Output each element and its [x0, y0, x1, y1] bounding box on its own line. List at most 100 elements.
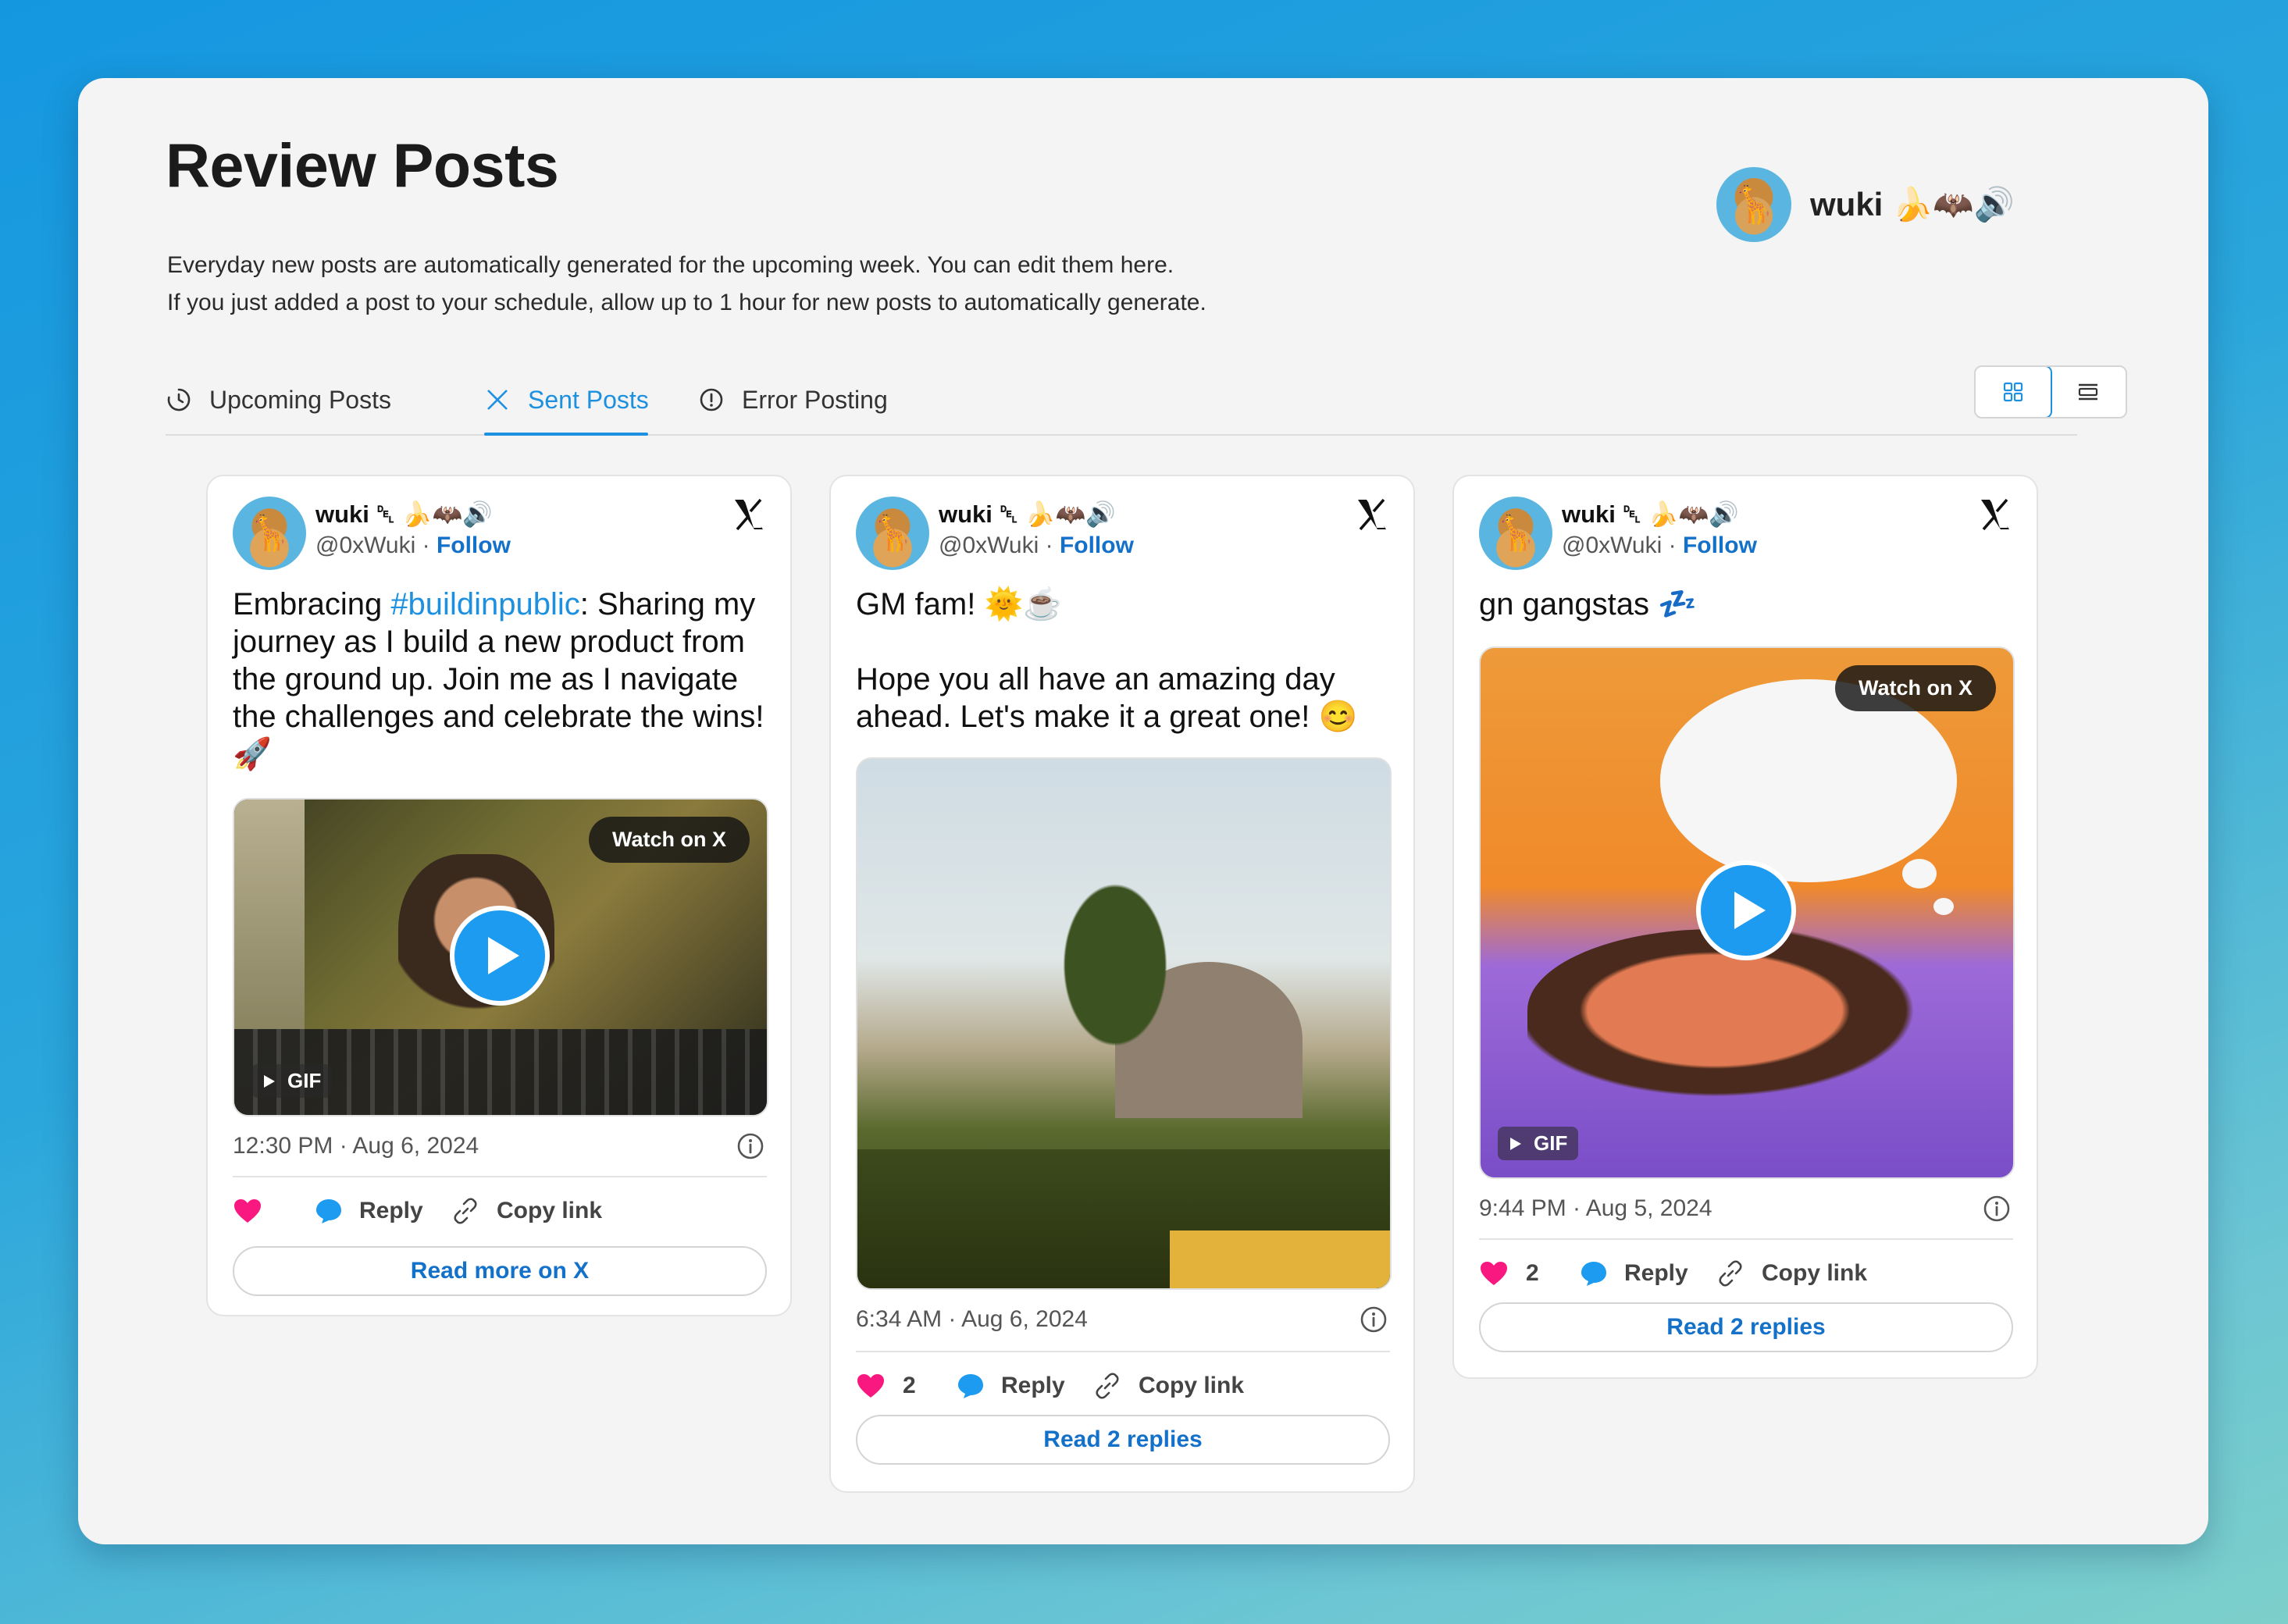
tab-label: Sent Posts: [528, 385, 649, 414]
read-replies-button[interactable]: Read 2 replies: [1479, 1302, 2013, 1352]
heart-icon: [1481, 1262, 1507, 1285]
follow-link[interactable]: Follow: [437, 532, 511, 558]
author-name[interactable]: wuki ␡ 🍌🦇🔊: [1562, 500, 1739, 529]
avatar[interactable]: 🦒: [856, 497, 929, 570]
heart-icon: [857, 1374, 884, 1398]
list-view-icon: [2078, 383, 2098, 401]
tab-error-posting[interactable]: Error Posting: [698, 381, 888, 418]
avatar[interactable]: 🦒: [233, 497, 306, 570]
grid-view-button[interactable]: [1976, 367, 2052, 417]
author-name[interactable]: wuki ␡ 🍌🦇🔊: [939, 500, 1116, 529]
x-logo-icon[interactable]: [731, 497, 767, 532]
active-tab-indicator: [484, 433, 648, 436]
tab-label: Upcoming Posts: [209, 385, 391, 414]
grid-view-icon: [2003, 382, 2023, 402]
heart-icon: [234, 1199, 261, 1223]
reply-button[interactable]: Reply: [956, 1372, 1093, 1400]
like-button[interactable]: 2: [856, 1373, 956, 1399]
post-media-gif[interactable]: Watch on X GIF: [233, 798, 768, 1116]
copy-link-button[interactable]: Copy link: [1716, 1259, 1867, 1287]
read-replies-button[interactable]: Read 2 replies: [856, 1415, 1390, 1465]
reply-bubble-icon: [958, 1374, 983, 1398]
description-line: Everyday new posts are automatically gen…: [167, 252, 1174, 278]
author-handle-row: @0xWuki · Follow: [939, 532, 1134, 558]
avatar[interactable]: 🦒: [1479, 497, 1552, 570]
post-actions: Reply Copy link: [233, 1191, 772, 1230]
user-profile[interactable]: 🦒 wuki 🍌🦇🔊: [1716, 167, 2015, 242]
hashtag-link[interactable]: #buildinpublic: [390, 587, 579, 621]
play-icon: [488, 937, 519, 974]
post-text: gn gangstas 💤: [1479, 587, 1697, 621]
page-description: Everyday new posts are automatically gen…: [167, 247, 1206, 322]
info-icon[interactable]: [1359, 1305, 1388, 1334]
post-meta: 12:30 PM · Aug 6, 2024: [233, 1129, 765, 1163]
post-media-photo[interactable]: [856, 757, 1392, 1290]
page-title: Review Posts: [166, 130, 559, 200]
play-icon: [1734, 892, 1766, 929]
author-handle-row: @0xWuki · Follow: [315, 532, 511, 558]
gif-badge: GIF: [1498, 1127, 1579, 1160]
avatar: 🦒: [1716, 167, 1791, 242]
play-button[interactable]: [450, 906, 550, 1006]
author-handle[interactable]: @0xWuki: [315, 532, 415, 558]
post-actions: 2 Reply Copy link: [856, 1366, 1395, 1405]
post-timestamp[interactable]: 12:30 PM · Aug 6, 2024: [233, 1133, 479, 1159]
photo-wall: [1170, 1230, 1390, 1288]
tab-bar: Upcoming Posts Sent Posts Error Posting: [166, 365, 2127, 436]
reply-button[interactable]: Reply: [1579, 1259, 1716, 1287]
divider: [233, 1176, 767, 1177]
photo-palm: [1037, 884, 1193, 1087]
user-name: wuki 🍌🦇🔊: [1810, 185, 2015, 223]
x-logo-icon: [484, 386, 511, 413]
post-header: 🦒 wuki ␡ 🍌🦇🔊 @0xWuki · Follow: [233, 495, 767, 573]
info-icon[interactable]: [736, 1131, 765, 1161]
post-header: 🦒 wuki ␡ 🍌🦇🔊 @0xWuki · Follow: [856, 495, 1390, 573]
like-count: 2: [1526, 1260, 1539, 1286]
reply-button[interactable]: Reply: [314, 1197, 451, 1225]
x-logo-icon[interactable]: [1977, 497, 2013, 532]
follow-link[interactable]: Follow: [1060, 532, 1134, 558]
author-handle[interactable]: @0xWuki: [1562, 532, 1662, 558]
link-icon: [1096, 1373, 1119, 1399]
list-view-button[interactable]: [2051, 367, 2126, 417]
copy-link-button[interactable]: Copy link: [451, 1197, 602, 1225]
view-toggle: [1974, 365, 2127, 418]
post-card: 🦒 wuki ␡ 🍌🦇🔊 @0xWuki · Follow Embracing …: [206, 475, 792, 1316]
divider: [856, 1351, 1390, 1352]
play-button[interactable]: [1696, 860, 1796, 960]
author-name[interactable]: wuki ␡ 🍌🦇🔊: [315, 500, 493, 529]
post-meta: 6:34 AM · Aug 6, 2024: [856, 1302, 1388, 1337]
info-icon[interactable]: [1982, 1194, 2012, 1223]
follow-link[interactable]: Follow: [1683, 532, 1757, 558]
play-small-icon: [1510, 1137, 1521, 1150]
post-meta: 9:44 PM · Aug 5, 2024: [1479, 1191, 2012, 1226]
post-timestamp[interactable]: 9:44 PM · Aug 5, 2024: [1479, 1195, 1712, 1222]
clock-icon: [166, 386, 192, 413]
like-button[interactable]: [233, 1198, 314, 1224]
like-button[interactable]: 2: [1479, 1260, 1579, 1287]
post-timestamp[interactable]: 6:34 AM · Aug 6, 2024: [856, 1306, 1088, 1333]
post-text: GM fam! 🌞☕ Hope you all have an amazing …: [856, 587, 1358, 734]
post-text: Embracing #buildinpublic: Sharing my jou…: [233, 587, 764, 771]
sleeping-figure: [1527, 929, 1996, 1132]
read-more-button[interactable]: Read more on X: [233, 1246, 767, 1296]
watch-on-x-button[interactable]: Watch on X: [589, 817, 750, 863]
description-line: If you just added a post to your schedul…: [167, 290, 1206, 315]
thought-bubble: [1902, 859, 1937, 889]
play-small-icon: [264, 1074, 275, 1088]
tab-sent-posts[interactable]: Sent Posts: [484, 381, 649, 418]
author-handle-row: @0xWuki · Follow: [1562, 532, 1757, 558]
link-icon: [454, 1198, 477, 1224]
author-handle[interactable]: @0xWuki: [939, 532, 1039, 558]
x-logo-icon[interactable]: [1354, 497, 1390, 532]
reply-bubble-icon: [316, 1199, 341, 1223]
copy-link-button[interactable]: Copy link: [1093, 1372, 1244, 1400]
post-card: 🦒 wuki ␡ 🍌🦇🔊 @0xWuki · Follow gn gangsta…: [1452, 475, 2038, 1379]
like-count: 2: [903, 1373, 916, 1398]
post-media-gif[interactable]: Watch on X GIF: [1479, 646, 2015, 1179]
post-card: 🦒 wuki ␡ 🍌🦇🔊 @0xWuki · Follow GM fam! 🌞☕…: [829, 475, 1415, 1493]
alert-circle-icon: [698, 386, 725, 413]
watch-on-x-button[interactable]: Watch on X: [1835, 665, 1996, 711]
tab-upcoming-posts[interactable]: Upcoming Posts: [166, 381, 391, 418]
post-header: 🦒 wuki ␡ 🍌🦇🔊 @0xWuki · Follow: [1479, 495, 2013, 573]
